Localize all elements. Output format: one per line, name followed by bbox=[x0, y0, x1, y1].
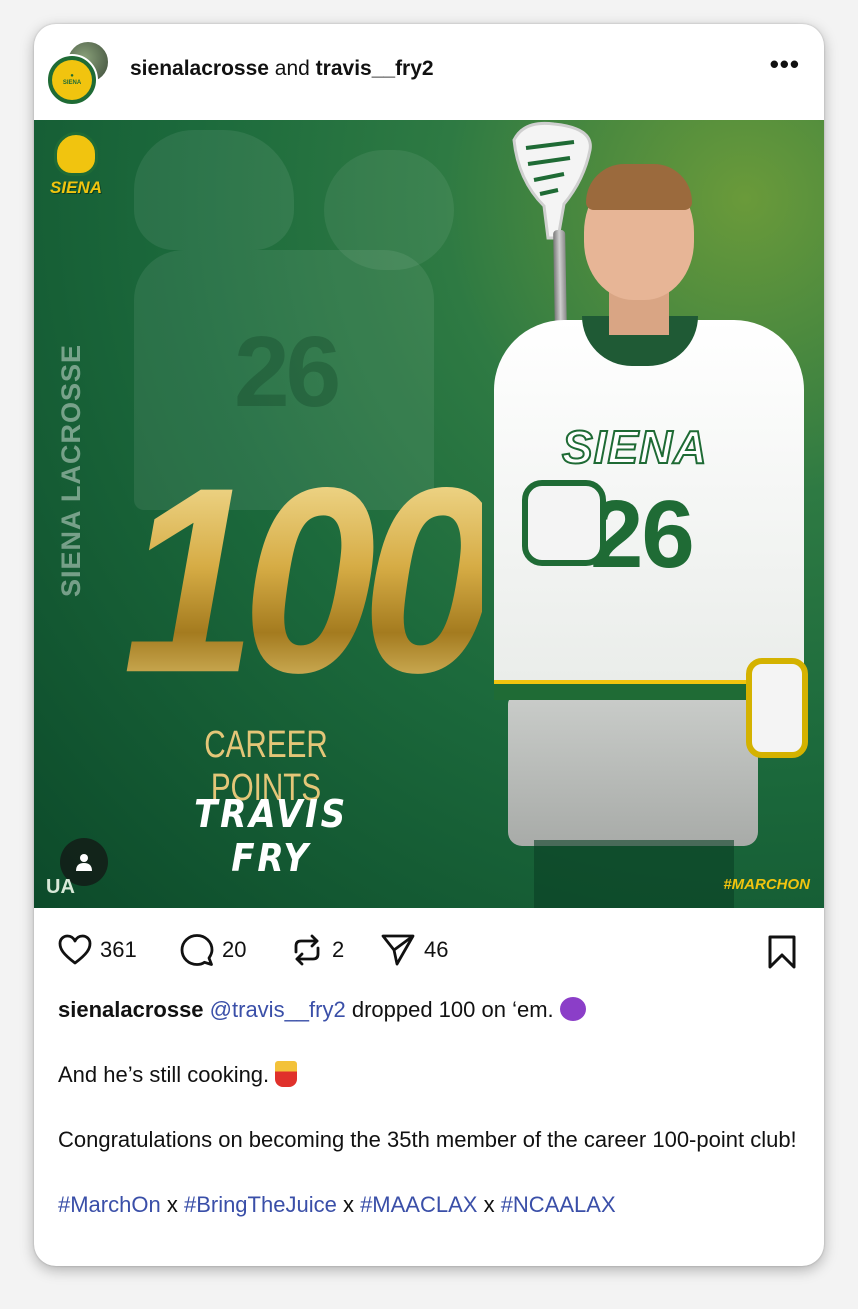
caption-line-3: Congratulations on becoming the 35th mem… bbox=[58, 1124, 798, 1155]
shorts bbox=[508, 696, 758, 846]
saint-bernard-icon bbox=[54, 132, 98, 176]
repost-button[interactable]: 2 bbox=[290, 932, 344, 968]
background-jersey-number: 26 bbox=[234, 316, 341, 428]
hashtag-separator: x bbox=[160, 1192, 184, 1217]
hashtag-link[interactable]: #MarchOn bbox=[58, 1192, 161, 1217]
caption-hashtags: #MarchOn x #BringTheJuice x #MAACLAX x #… bbox=[58, 1189, 798, 1220]
caption-mention[interactable]: @travis__fry2 bbox=[210, 997, 346, 1022]
smiling-devil-emoji-icon bbox=[559, 997, 586, 1021]
caption-username[interactable]: sienalacrosse bbox=[58, 997, 204, 1022]
comment-button[interactable]: 20 bbox=[180, 932, 246, 968]
share-icon bbox=[381, 934, 415, 966]
hashtag-separator: x bbox=[336, 1192, 361, 1217]
author-joiner: and bbox=[274, 57, 310, 80]
post-image[interactable]: 26 SIENA SIENA LACROSSE 100 CAREER POINT… bbox=[34, 120, 824, 908]
player-hair bbox=[586, 164, 692, 210]
siena-logo-icon: ● SIENA bbox=[52, 60, 92, 100]
author-avatars[interactable]: ● SIENA bbox=[46, 40, 112, 106]
repost-icon bbox=[294, 934, 320, 966]
post-header: ● SIENA sienalacrosse and travis__fry2 ••… bbox=[34, 24, 824, 120]
repost-count: 2 bbox=[332, 937, 345, 962]
hashtag-link[interactable]: #NCAALAX bbox=[501, 1192, 616, 1217]
glove-right bbox=[746, 658, 808, 758]
caption-text-1: dropped 100 on ‘em. bbox=[345, 997, 560, 1022]
author-line: sienalacrosse and travis__fry2 bbox=[130, 57, 434, 81]
like-count: 361 bbox=[100, 937, 137, 962]
share-button[interactable]: 46 bbox=[380, 932, 448, 968]
caption-line-2: And he’s still cooking. bbox=[58, 1059, 798, 1090]
jersey-text: SIENA bbox=[561, 420, 708, 474]
action-bar: 361 20 2 46 bbox=[34, 908, 824, 990]
like-button[interactable]: 361 bbox=[58, 932, 137, 968]
bookmark-button[interactable] bbox=[766, 934, 798, 975]
hashtag-separator: x bbox=[477, 1192, 501, 1217]
milestone-number: 100 bbox=[122, 432, 495, 728]
glove-left bbox=[522, 480, 606, 566]
author-secondary-link[interactable]: travis__fry2 bbox=[316, 57, 434, 80]
bookmark-icon bbox=[768, 935, 796, 969]
hashtag-link[interactable]: #MAACLAX bbox=[360, 1192, 477, 1217]
more-options-button[interactable]: ••• bbox=[770, 51, 800, 77]
person-icon bbox=[76, 854, 92, 871]
fries-emoji-icon bbox=[275, 1061, 298, 1087]
logo-text: SIENA bbox=[50, 178, 102, 197]
post-caption: sienalacrosse @travis__fry2 dropped 100 … bbox=[58, 994, 798, 1254]
share-count: 46 bbox=[424, 937, 449, 962]
post-card: ● SIENA sienalacrosse and travis__fry2 ••… bbox=[34, 24, 824, 1266]
player-name: TRAVIS FRY bbox=[194, 792, 348, 880]
player-figure: SIENA 26 bbox=[444, 120, 824, 908]
under-armour-logo-icon: UA bbox=[46, 876, 75, 898]
avatar-sienalacrosse[interactable]: ● SIENA bbox=[46, 54, 98, 106]
author-primary-link[interactable]: sienalacrosse bbox=[130, 57, 269, 80]
caption-text-2: And he’s still cooking. bbox=[58, 1062, 276, 1087]
heart-icon bbox=[58, 934, 92, 965]
image-hashtag: #MARCHON bbox=[723, 876, 810, 893]
caption-text-3: Congratulations on becoming the 35th mem… bbox=[58, 1127, 797, 1152]
side-title: SIENA LACROSSE bbox=[56, 343, 86, 597]
caption-line-1: sienalacrosse @travis__fry2 dropped 100 … bbox=[58, 994, 798, 1025]
siena-logo: SIENA bbox=[48, 132, 104, 212]
background-helmet bbox=[134, 130, 294, 250]
comment-count: 20 bbox=[222, 937, 247, 962]
legs bbox=[534, 840, 734, 908]
comment-icon bbox=[180, 934, 214, 966]
hashtag-link[interactable]: #BringTheJuice bbox=[184, 1192, 337, 1217]
